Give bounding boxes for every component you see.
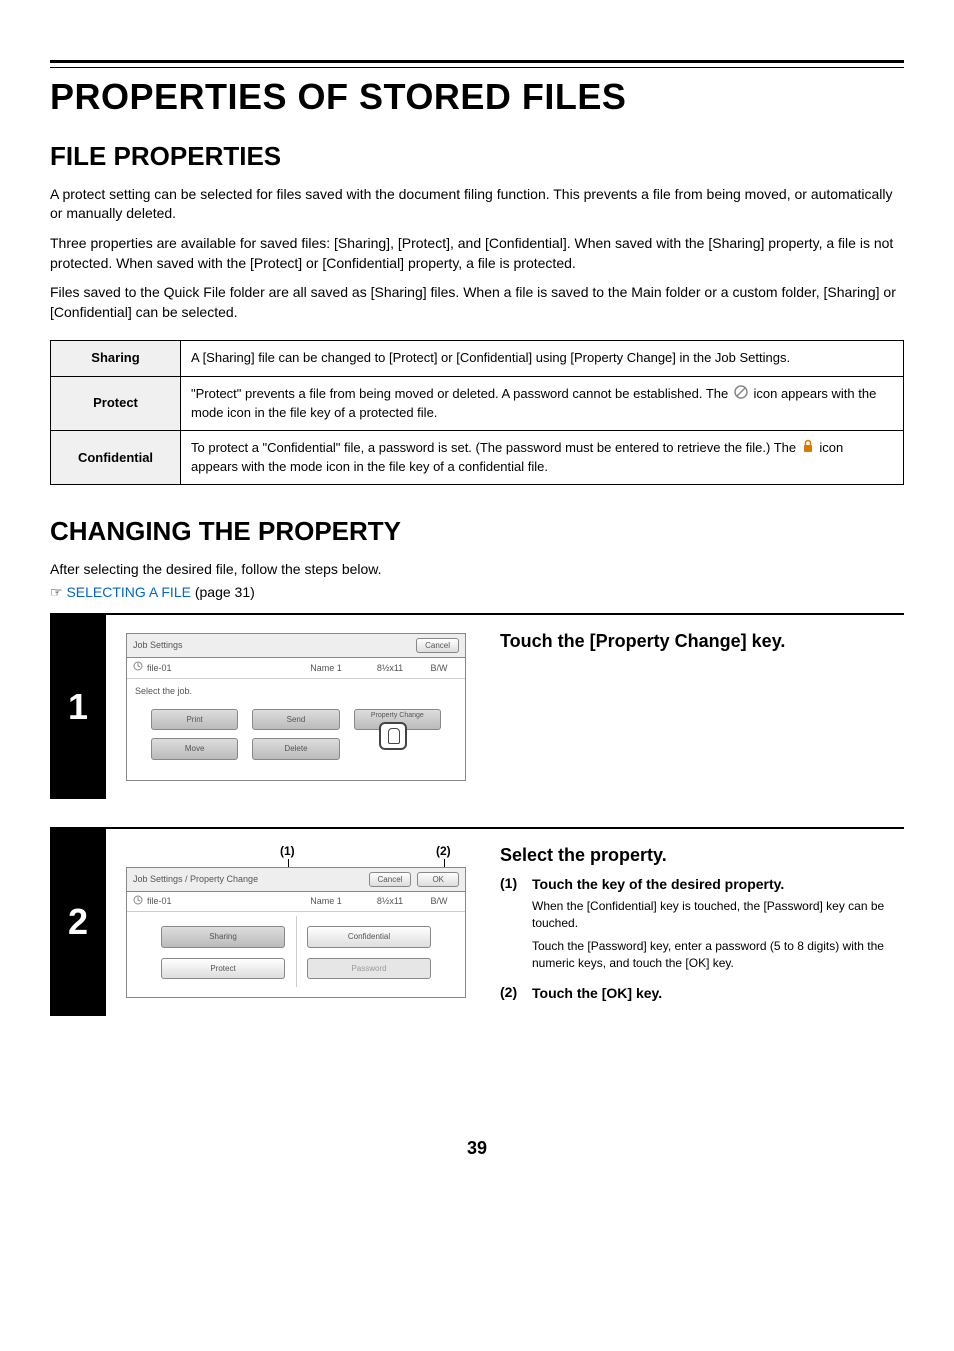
intro-paragraph-3: Files saved to the Quick File folder are…: [50, 283, 904, 322]
sharing-button[interactable]: Sharing: [161, 926, 285, 947]
vertical-divider: [296, 916, 297, 987]
confidential-desc-cell: To protect a "Confidential" file, a pass…: [181, 430, 904, 484]
protect-label-cell: Protect: [51, 376, 181, 430]
lcd-bw: B/W: [419, 895, 459, 908]
substep-1-body-1: When the [Confidential] key is touched, …: [532, 898, 904, 932]
link-page: (page 31): [191, 584, 255, 600]
lcd-size: 8½x11: [365, 895, 415, 908]
password-button[interactable]: Password: [307, 958, 431, 979]
step-1-title: Touch the [Property Change] key.: [500, 629, 904, 654]
lcd-name: Name 1: [291, 662, 361, 675]
section-changing-property-heading: CHANGING THE PROPERTY: [50, 513, 904, 549]
protect-desc-cell: "Protect" prevents a file from being mov…: [181, 376, 904, 430]
page-number: 39: [50, 1136, 904, 1161]
substep-1-body-2: Touch the [Password] key, enter a passwo…: [532, 938, 904, 972]
pointer-icon: ☞: [50, 584, 63, 600]
heading-rule: [50, 60, 904, 68]
page-title: PROPERTIES OF STORED FILES: [50, 72, 904, 122]
protect-button[interactable]: Protect: [161, 958, 285, 979]
lcd-prompt: Select the job.: [133, 685, 459, 704]
mode-icon: [133, 661, 143, 675]
lcd-body: Select the job. Print Send Property Chan…: [127, 679, 465, 780]
print-button[interactable]: Print: [151, 709, 238, 730]
send-button[interactable]: Send: [252, 709, 339, 730]
section-file-properties-heading: FILE PROPERTIES: [50, 138, 904, 174]
callout-1: (1): [280, 843, 295, 860]
table-row: Sharing A [Sharing] file can be changed …: [51, 341, 904, 376]
confidential-label-cell: Confidential: [51, 430, 181, 484]
substep-1-num: (1): [500, 874, 524, 978]
table-row: Protect "Protect" prevents a file from b…: [51, 376, 904, 430]
mode-icon: [133, 895, 143, 909]
lcd-header: Job Settings / Property Change Cancel OK: [127, 868, 465, 892]
substep-1: (1) Touch the key of the desired propert…: [500, 874, 904, 978]
link-row: ☞ SELECTING A FILE (page 31): [50, 583, 904, 603]
lcd-file-row: file-01 Name 1 8½x11 B/W: [127, 658, 465, 679]
delete-button[interactable]: Delete: [252, 738, 339, 759]
property-change-label: Property Change: [371, 712, 424, 719]
properties-table: Sharing A [Sharing] file can be changed …: [50, 340, 904, 485]
prohibit-icon: [734, 385, 748, 404]
step-number: 2: [50, 829, 106, 1016]
substep-2-title: Touch the [OK] key.: [532, 985, 662, 1001]
lcd-file-row: file-01 Name 1 8½x11 B/W: [127, 892, 465, 913]
substep-1-title: Touch the key of the desired property.: [532, 876, 784, 892]
step-2-screen: (1) (2) Job Settings / Property Change C…: [106, 829, 486, 1016]
lcd-file-name: file-01: [147, 662, 287, 675]
lock-icon: [802, 439, 814, 458]
sharing-label-cell: Sharing: [51, 341, 181, 376]
ok-button[interactable]: OK: [417, 872, 459, 887]
intro-paragraph-1: A protect setting can be selected for fi…: [50, 185, 904, 224]
lcd-header: Job Settings Cancel: [127, 634, 465, 658]
step-1-screen: Job Settings Cancel file-01 Name 1 8½x11…: [106, 615, 486, 799]
step-1: 1 Job Settings Cancel file-01 Name 1 8½x…: [50, 613, 904, 799]
protect-desc-a: "Protect" prevents a file from being mov…: [191, 386, 732, 401]
table-row: Confidential To protect a "Confidential"…: [51, 430, 904, 484]
conf-desc-a: To protect a "Confidential" file, a pass…: [191, 440, 800, 455]
intro-paragraph-2: Three properties are available for saved…: [50, 234, 904, 273]
lcd-size: 8½x11: [365, 662, 415, 675]
move-button[interactable]: Move: [151, 738, 238, 759]
lcd-bw: B/W: [419, 662, 459, 675]
lcd-panel-2: Job Settings / Property Change Cancel OK…: [126, 867, 466, 998]
selecting-a-file-link[interactable]: SELECTING A FILE: [66, 584, 191, 600]
sharing-desc-cell: A [Sharing] file can be changed to [Prot…: [181, 341, 904, 376]
lcd-file-name: file-01: [147, 895, 287, 908]
lcd-header-title: Job Settings: [133, 639, 183, 652]
step-1-desc: Touch the [Property Change] key.: [486, 615, 904, 799]
step-2: 2 (1) (2) Job Settings / Property Change…: [50, 827, 904, 1016]
substep-2: (2) Touch the [OK] key.: [500, 983, 904, 1005]
lcd-header-title: Job Settings / Property Change: [133, 873, 258, 886]
touch-cursor-icon: [379, 722, 407, 750]
lcd-button-grid: Print Send Property Change Move Delete: [133, 703, 459, 769]
step-2-title: Select the property.: [500, 843, 904, 868]
cancel-button[interactable]: Cancel: [369, 872, 412, 887]
callout-2: (2): [436, 843, 451, 860]
lcd-name: Name 1: [291, 895, 361, 908]
property-change-button[interactable]: Property Change: [354, 709, 441, 730]
step-2-desc: Select the property. (1) Touch the key o…: [486, 829, 904, 1016]
confidential-button[interactable]: Confidential: [307, 926, 431, 947]
substep-2-num: (2): [500, 983, 524, 1005]
lcd-panel-1: Job Settings Cancel file-01 Name 1 8½x11…: [126, 633, 466, 781]
cancel-button[interactable]: Cancel: [416, 638, 459, 653]
step-number: 1: [50, 615, 106, 799]
change-intro: After selecting the desired file, follow…: [50, 560, 904, 580]
screen-wrap: (1) (2) Job Settings / Property Change C…: [126, 847, 466, 998]
